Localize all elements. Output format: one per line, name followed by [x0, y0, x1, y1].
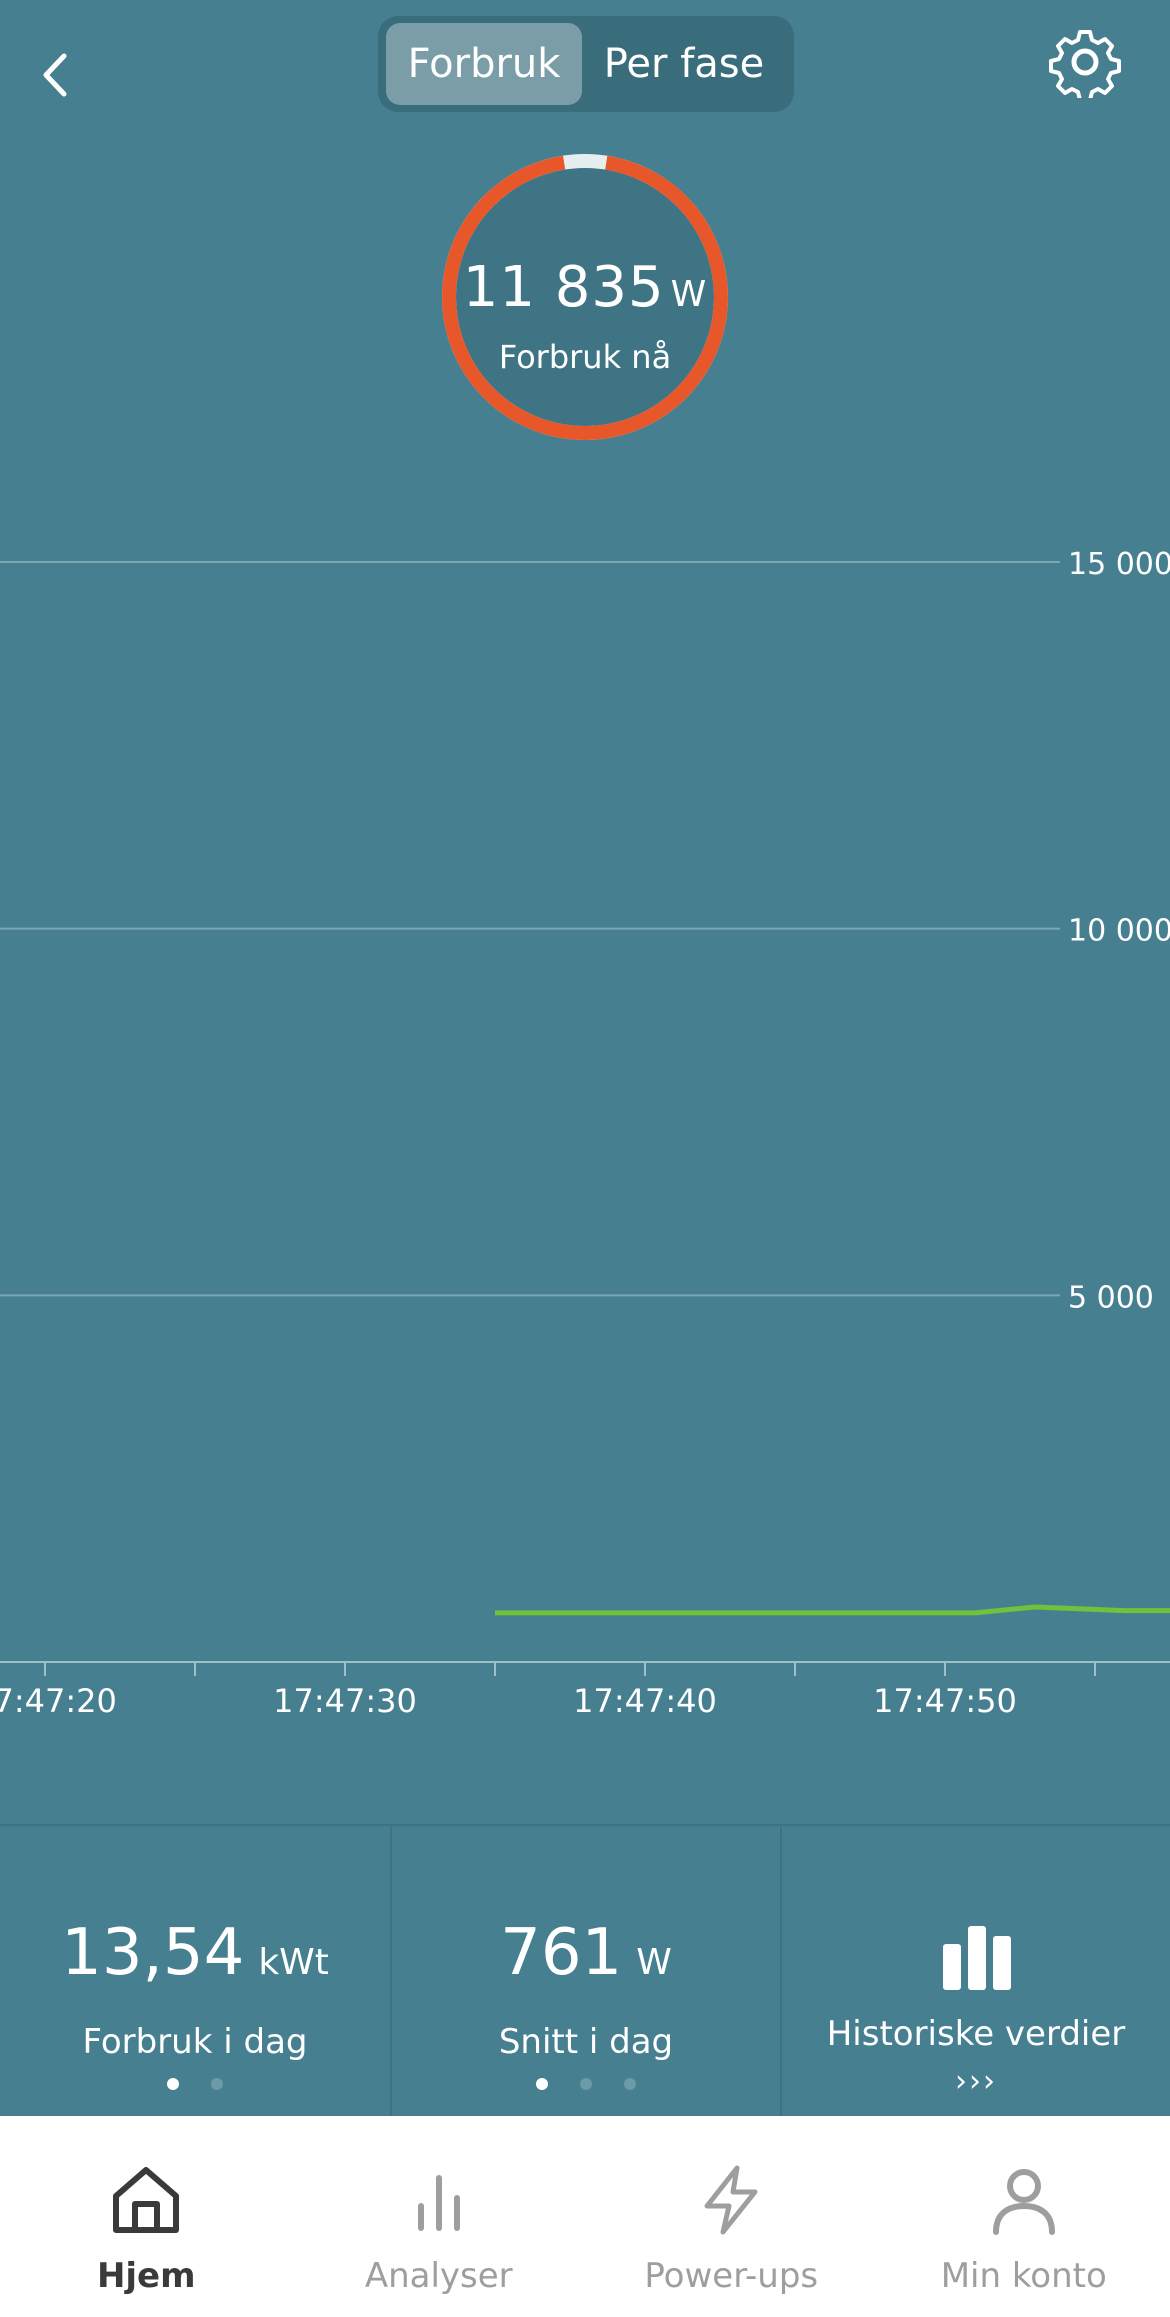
page-dot: [167, 2078, 179, 2090]
tab-power-ups[interactable]: Power-ups: [585, 2116, 878, 2317]
x-tick-label: 17:47:30: [273, 1682, 417, 1720]
view-switcher: Forbruk Per fase: [378, 16, 794, 112]
y-tick-label: 5 000: [1068, 1280, 1154, 1315]
page-indicator: [392, 2078, 780, 2090]
stat-average-unit: W: [636, 1942, 672, 1983]
analytics-icon: [417, 2175, 460, 2231]
stat-average-today[interactable]: 761 W Snitt i dag: [390, 1826, 780, 2118]
tab-analyser[interactable]: Analyser: [293, 2116, 586, 2317]
tab-power-ups-label: Power-ups: [644, 2256, 819, 2296]
stat-average-label: Snitt i dag: [498, 2022, 674, 2062]
page-dot: [536, 2078, 548, 2090]
person-icon: [992, 2169, 1055, 2235]
gear-icon: [1049, 30, 1121, 98]
x-tick-label: 17:47:50: [873, 1682, 1017, 1720]
home-icon: [113, 2167, 180, 2233]
tab-hjem-label: Hjem: [96, 2256, 196, 2296]
page-dot: [580, 2078, 592, 2090]
page-dot: [211, 2078, 223, 2090]
top-bar: Forbruk Per fase: [0, 0, 1170, 130]
historical-values-label: Historiske verdier: [826, 2014, 1126, 2054]
tab-min-konto-label: Min konto: [940, 2256, 1107, 2296]
stats-panel: 13,54 kWt Forbruk i dag 761 W Snitt i dag …: [0, 1824, 1170, 2118]
tab-per-fase[interactable]: Per fase: [582, 23, 786, 105]
current-consumption-value: 11 835 W: [440, 255, 730, 320]
series-line-low: [495, 1604, 1170, 1616]
tab-forbruk[interactable]: Forbruk: [386, 23, 582, 105]
x-tick-label: 17:47:20: [0, 1682, 117, 1720]
chevrons-right-icon: ›››: [955, 2064, 997, 2099]
x-tick-label: 17:47:40: [573, 1682, 717, 1720]
consumption-chart: 15 00010 0005 000+11 165 W17:47:2017:47:…: [0, 547, 1170, 1720]
back-button[interactable]: [30, 40, 80, 110]
bottom-tab-bar: Hjem Analyser Power-ups Min konto: [0, 2116, 1170, 2317]
page-indicator: [0, 2078, 390, 2090]
current-consumption-number: 11 835: [462, 255, 665, 320]
page-dot: [624, 2078, 636, 2090]
stat-average-value: 761: [500, 1916, 623, 1990]
current-consumption-label: Forbruk nå: [498, 338, 672, 376]
y-tick-label: 15 000: [1068, 547, 1170, 582]
stat-consumption-unit: kWt: [258, 1942, 329, 1983]
y-tick-label: 10 000: [1068, 914, 1170, 949]
stat-consumption-label: Forbruk i dag: [82, 2022, 308, 2062]
settings-button[interactable]: [1045, 22, 1125, 102]
tab-min-konto[interactable]: Min konto: [878, 2116, 1170, 2317]
bar-chart-icon: [943, 1926, 1011, 1990]
current-consumption-unit: W: [670, 274, 708, 315]
tab-analyser-label: Analyser: [364, 2256, 513, 2296]
lightning-icon: [704, 2165, 758, 2235]
stat-consumption-today[interactable]: 13,54 kWt Forbruk i dag: [0, 1826, 390, 2118]
historical-values-button[interactable]: Historiske verdier ›››: [780, 1826, 1170, 2118]
stat-consumption-value: 13,54: [61, 1916, 245, 1990]
tab-hjem[interactable]: Hjem: [0, 2116, 293, 2317]
chevron-left-icon: [43, 53, 67, 97]
